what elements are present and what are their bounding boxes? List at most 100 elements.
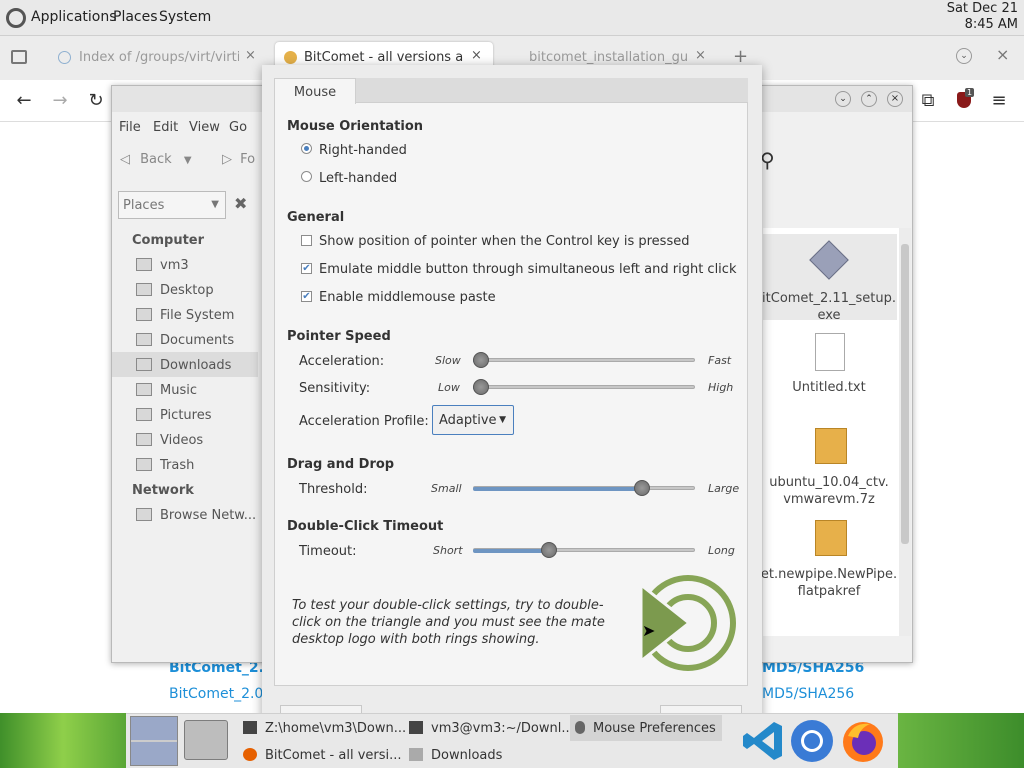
desktop-background-right — [898, 713, 1024, 768]
tab-overview-icon[interactable] — [11, 50, 27, 64]
radio-right-handed[interactable] — [301, 143, 312, 154]
task-wine-explorer[interactable]: Z:\home\vm3\Down... — [243, 721, 406, 736]
firefox-launcher-icon[interactable] — [840, 718, 886, 764]
chevron-down-icon: ▼ — [211, 199, 219, 210]
mouse-cursor-icon: ➤ — [642, 621, 656, 640]
archive-icon — [815, 428, 847, 464]
slider-acceleration[interactable] — [473, 350, 695, 370]
fm-menu-view[interactable]: View — [189, 120, 220, 135]
scrollbar-thumb[interactable] — [901, 244, 909, 544]
sidebar-item-pictures[interactable]: Pictures — [136, 408, 211, 423]
fm-menu-go[interactable]: Go — [229, 120, 247, 135]
close-icon[interactable]: × — [887, 91, 903, 107]
menu-system[interactable]: System — [159, 9, 211, 25]
fm-menu-edit[interactable]: Edit — [153, 120, 178, 135]
sidebar-item-label: Pictures — [160, 408, 212, 423]
new-tab-button[interactable]: + — [733, 46, 748, 67]
file-name: et.newpipe.NewPipe. flatpakref — [760, 567, 898, 599]
maximize-icon[interactable]: ⌃ — [861, 91, 877, 107]
label-left-handed: Left-handed — [319, 171, 398, 186]
sidebar-item-music[interactable]: Music — [136, 383, 197, 398]
close-icon[interactable]: × — [471, 48, 482, 63]
extensions-icon[interactable]: ⧉ — [917, 90, 939, 112]
forward-arrow-icon[interactable]: → — [49, 90, 71, 112]
checkbox-middle-paste[interactable]: ✔ — [301, 291, 312, 302]
heading-pointer-speed: Pointer Speed — [287, 329, 391, 344]
file-list: itComet_2.11_setup. exe Untitled.txt ubun… — [761, 228, 903, 636]
page-link[interactable]: MD5/SHA256 — [762, 686, 854, 702]
file-list-scrollbar[interactable] — [899, 228, 911, 636]
sidebar-item-trash[interactable]: Trash — [136, 458, 194, 473]
desktop-background-left — [0, 713, 126, 768]
acceleration-profile-select[interactable]: Adaptive ▼ — [432, 405, 514, 435]
fm-menu-file[interactable]: File — [119, 120, 141, 135]
tab-list-chevron-icon[interactable]: ⌄ — [956, 48, 972, 64]
task-label: Downloads — [431, 748, 503, 763]
places-dropdown[interactable]: Places ▼ — [118, 191, 226, 219]
slider-sensitivity[interactable] — [473, 377, 695, 397]
drive-icon — [136, 308, 152, 321]
menu-places[interactable]: Places — [113, 9, 158, 25]
sidebar-item-desktop[interactable]: Desktop — [136, 283, 214, 298]
select-value: Adaptive — [439, 413, 497, 428]
label-acceleration: Acceleration: — [299, 354, 385, 369]
tab-title: bitcomet_installation_guid — [529, 50, 689, 65]
firefox-icon — [243, 748, 257, 761]
terminal-icon — [409, 721, 423, 734]
radio-left-handed[interactable] — [301, 171, 312, 182]
file-item-newpipe[interactable]: et.newpipe.NewPipe. flatpakref — [761, 520, 897, 600]
sidebar-item-label: File System — [160, 308, 235, 323]
close-icon[interactable]: × — [245, 48, 256, 63]
workspace-switcher[interactable] — [130, 716, 178, 766]
sidebar-item-videos[interactable]: Videos — [136, 433, 203, 448]
forward-button[interactable]: ▷ Fo — [222, 152, 255, 167]
heading-general: General — [287, 210, 345, 225]
slider-knob[interactable] — [541, 542, 557, 558]
globe-icon — [58, 51, 71, 64]
sidebar-item-documents[interactable]: Documents — [136, 333, 234, 348]
slider-threshold[interactable] — [473, 478, 695, 498]
window-close-icon[interactable]: × — [996, 45, 1009, 64]
checkbox-show-position[interactable] — [301, 235, 312, 246]
close-icon[interactable]: × — [695, 48, 706, 63]
slider-knob[interactable] — [473, 379, 489, 395]
checkbox-emulate-middle[interactable]: ✔ — [301, 263, 312, 274]
task-downloads[interactable]: Downloads — [409, 748, 502, 763]
task-label: vm3@vm3:~/Downl... — [431, 721, 574, 736]
search-icon[interactable]: ⚲ — [760, 148, 775, 172]
file-item-bitcomet-setup[interactable]: itComet_2.11_setup. exe — [762, 234, 897, 323]
reload-icon[interactable]: ↻ — [85, 90, 107, 112]
label-small: Small — [431, 482, 462, 495]
back-arrow-icon[interactable]: ← — [13, 90, 35, 112]
tab-title: BitComet - all versions and — [304, 50, 464, 65]
show-desktop-icon[interactable] — [184, 720, 228, 760]
sidebar-item-label: Videos — [160, 433, 204, 448]
page-link[interactable]: BitComet_2.0 — [169, 686, 263, 702]
label-short: Short — [433, 544, 463, 557]
close-sidebar-icon[interactable]: ✖ — [234, 194, 247, 213]
minimize-icon[interactable]: ⌄ — [835, 91, 851, 107]
sidebar-item-downloads[interactable]: Downloads — [136, 358, 231, 373]
task-firefox[interactable]: BitComet - all versi... — [243, 748, 402, 763]
mouse-icon — [575, 721, 585, 734]
hamburger-menu-icon[interactable]: ≡ — [988, 90, 1010, 112]
file-item-untitled[interactable]: Untitled.txt — [763, 333, 897, 398]
slider-knob[interactable] — [634, 480, 650, 496]
sidebar-item-browse-network[interactable]: Browse Netw... — [136, 508, 256, 523]
back-button[interactable]: ◁ Back ▼ — [120, 152, 192, 167]
tab-index[interactable]: Index of /groups/virt/virtio- × — [50, 42, 265, 74]
tab-mouse[interactable]: Mouse — [274, 78, 356, 104]
slider-timeout[interactable] — [473, 540, 695, 560]
sidebar-item-vm3[interactable]: vm3 — [136, 258, 189, 273]
sidebar-item-filesystem[interactable]: File System — [136, 308, 234, 323]
clock[interactable]: Sat Dec 21 8:45 AM — [947, 1, 1018, 33]
chromium-icon[interactable] — [789, 718, 835, 764]
task-mouse-preferences[interactable]: Mouse Preferences — [575, 721, 716, 736]
label-high: High — [708, 381, 734, 394]
slider-knob[interactable] — [473, 352, 489, 368]
menu-applications[interactable]: Applications — [31, 9, 117, 25]
vscode-icon[interactable] — [740, 718, 786, 764]
mate-menu-icon[interactable] — [6, 8, 26, 28]
task-terminal[interactable]: vm3@vm3:~/Downl... — [409, 721, 574, 736]
file-item-ubuntu-archive[interactable]: ubuntu_10.04_ctv. vmwarevm.7z — [763, 428, 897, 508]
